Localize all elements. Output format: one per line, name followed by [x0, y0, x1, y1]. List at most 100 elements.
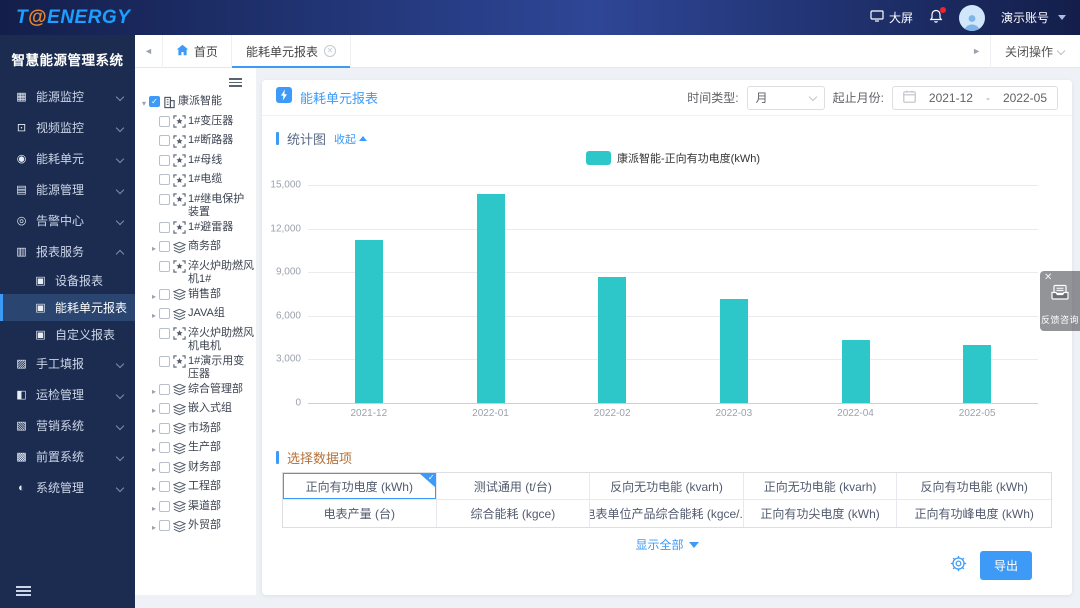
tree-item[interactable]: ▸市场部 — [139, 421, 256, 441]
checkbox-unchecked[interactable] — [159, 403, 170, 414]
date-range-end[interactable]: 2022-05 — [1003, 91, 1047, 105]
checkbox-unchecked[interactable] — [159, 442, 170, 453]
chart-bar-2022-04[interactable] — [842, 340, 870, 403]
tab-home[interactable]: 首页 — [162, 35, 232, 68]
data-item-cell[interactable]: 正向有功电度 (kWh)✓ — [283, 473, 437, 500]
tree-expand-icon[interactable]: ▾ — [139, 95, 149, 110]
tree-item[interactable]: ▸外贸部 — [139, 518, 256, 538]
tree-item[interactable]: ▸JAVA组 — [139, 306, 256, 326]
checkbox-unchecked[interactable] — [159, 174, 170, 185]
tab-close-icon[interactable]: ✕ — [324, 45, 336, 57]
sidebar-item-report-service[interactable]: ▥报表服务 — [0, 236, 135, 267]
sidebar-item-front-system[interactable]: ▩前置系统 — [0, 441, 135, 472]
checkbox-unchecked[interactable] — [159, 261, 170, 272]
tab-active[interactable]: 能耗单元报表 ✕ — [232, 35, 351, 68]
sidebar-item-alarm-center[interactable]: ◎告警中心 — [0, 205, 135, 236]
tree-item[interactable]: ▸销售部 — [139, 287, 256, 307]
tree-expand-icon[interactable]: ▸ — [149, 480, 159, 495]
tabs-scroll-left-icon[interactable]: ◄ — [135, 46, 162, 56]
checkbox-unchecked[interactable] — [159, 423, 170, 434]
tree-expand-icon[interactable]: ▸ — [149, 500, 159, 515]
tree-expand-icon[interactable]: ▸ — [149, 422, 159, 437]
sidebar-item-device-report[interactable]: ▣设备报表 — [0, 267, 135, 294]
close-icon[interactable]: ✕ — [1044, 272, 1052, 283]
sidebar-item-system-manage[interactable]: ◐系统管理 — [0, 472, 135, 503]
tree-item[interactable]: 1#母线 — [139, 153, 256, 173]
checkbox-unchecked[interactable] — [159, 520, 170, 531]
tree-item[interactable]: 1#电缆 — [139, 172, 256, 192]
data-item-cell[interactable]: 电表产量 (台) — [283, 500, 437, 527]
data-item-cell[interactable]: 正向有功峰电度 (kWh) — [897, 500, 1051, 527]
tree-item[interactable]: 1#避雷器 — [139, 220, 256, 240]
data-item-cell[interactable]: 电表单位产品综合能耗 (kgce/... — [590, 500, 744, 527]
tabs-scroll-right-icon[interactable]: ► — [963, 46, 990, 56]
checkbox-unchecked[interactable] — [159, 241, 170, 252]
tree-item[interactable]: 1#演示用变压器 — [139, 354, 256, 382]
sidebar-item-manual-entry[interactable]: ▨手工填报 — [0, 348, 135, 379]
tree-expand-icon[interactable]: ▸ — [149, 383, 159, 398]
checkbox-unchecked[interactable] — [159, 501, 170, 512]
chart-bar-2022-02[interactable] — [598, 277, 626, 403]
tree-expand-icon[interactable]: ▸ — [149, 402, 159, 417]
tree-item[interactable]: 淬火炉助燃风机1# — [139, 259, 256, 287]
sidebar-item-inspection-manage[interactable]: ◧运检管理 — [0, 379, 135, 410]
tree-item[interactable]: ▸生产部 — [139, 440, 256, 460]
sidebar-item-custom-report[interactable]: ▣自定义报表 — [0, 321, 135, 348]
tree-expand-icon[interactable]: ▸ — [149, 441, 159, 456]
data-item-cell[interactable]: 反向无功电能 (kvarh) — [590, 473, 744, 500]
tree-item[interactable]: 1#继电保护装置 — [139, 192, 256, 220]
tree-item[interactable]: 1#变压器 — [139, 114, 256, 134]
checkbox-unchecked[interactable] — [159, 384, 170, 395]
settings-gear-icon[interactable] — [950, 555, 967, 577]
date-range-picker[interactable]: 2021-12 - 2022-05 — [892, 86, 1058, 110]
feedback-widget[interactable]: ✕ 反馈咨询 — [1040, 271, 1080, 331]
data-item-cell[interactable]: 正向无功电能 (kvarh) — [744, 473, 898, 500]
sidebar-item-energy-manage[interactable]: ▤能源管理 — [0, 174, 135, 205]
checkbox-checked[interactable]: ✓ — [149, 96, 160, 107]
tree-item[interactable]: ▸财务部 — [139, 460, 256, 480]
collapse-chart-button[interactable]: 收起 — [334, 131, 367, 147]
tree-expand-icon[interactable]: ▸ — [149, 519, 159, 534]
tree-expand-icon[interactable]: ▸ — [149, 461, 159, 476]
checkbox-unchecked[interactable] — [159, 462, 170, 473]
sidebar-item-energy-monitor[interactable]: ▦能源监控 — [0, 81, 135, 112]
tree-item[interactable]: ▸商务部 — [139, 239, 256, 259]
big-screen-button[interactable]: 大屏 — [870, 9, 913, 26]
chart-bar-2022-01[interactable] — [477, 194, 505, 403]
chart-bar-2022-05[interactable] — [963, 345, 991, 403]
tree-menu-icon[interactable] — [229, 76, 242, 89]
data-item-cell[interactable]: 测试通用 (t/台) — [437, 473, 591, 500]
checkbox-unchecked[interactable] — [159, 481, 170, 492]
data-item-cell[interactable]: 正向有功尖电度 (kWh) — [744, 500, 898, 527]
checkbox-unchecked[interactable] — [159, 222, 170, 233]
tree-item[interactable]: 1#断路器 — [139, 133, 256, 153]
avatar[interactable] — [959, 5, 985, 31]
sidebar-item-unit-report[interactable]: ▣能耗单元报表 — [0, 294, 135, 321]
checkbox-unchecked[interactable] — [159, 356, 170, 367]
tree-expand-icon[interactable]: ▸ — [149, 288, 159, 303]
sidebar-item-marketing-system[interactable]: ▧营销系统 — [0, 410, 135, 441]
checkbox-unchecked[interactable] — [159, 155, 170, 166]
close-operations-dropdown[interactable]: 关闭操作 — [990, 35, 1080, 68]
checkbox-unchecked[interactable] — [159, 289, 170, 300]
sidebar-item-consumption-unit[interactable]: ◉能耗单元 — [0, 143, 135, 174]
account-menu[interactable]: 演示账号 — [1001, 9, 1066, 26]
tree-item[interactable]: ▸渠道部 — [139, 499, 256, 519]
notifications-button[interactable] — [929, 9, 943, 27]
tree-item[interactable]: ▸综合管理部 — [139, 382, 256, 402]
data-item-cell[interactable]: 反向有功电能 (kWh) — [897, 473, 1051, 500]
sidebar-collapse-button[interactable] — [16, 584, 31, 598]
sidebar-item-video-monitor[interactable]: ⊡视频监控 — [0, 112, 135, 143]
checkbox-unchecked[interactable] — [159, 328, 170, 339]
date-range-start[interactable]: 2021-12 — [929, 91, 973, 105]
checkbox-unchecked[interactable] — [159, 194, 170, 205]
data-item-cell[interactable]: 综合能耗 (kgce) — [437, 500, 591, 527]
chart-bar-2021-12[interactable] — [355, 240, 383, 403]
checkbox-unchecked[interactable] — [159, 308, 170, 319]
tree-expand-icon[interactable]: ▸ — [149, 307, 159, 322]
checkbox-unchecked[interactable] — [159, 135, 170, 146]
chart-legend[interactable]: 康派智能-正向有功电度(kWh) — [308, 150, 1038, 166]
tree-item[interactable]: 淬火炉助燃风机电机 — [139, 326, 256, 354]
export-button[interactable]: 导出 — [980, 551, 1032, 580]
time-type-select[interactable]: 月 — [747, 86, 825, 110]
